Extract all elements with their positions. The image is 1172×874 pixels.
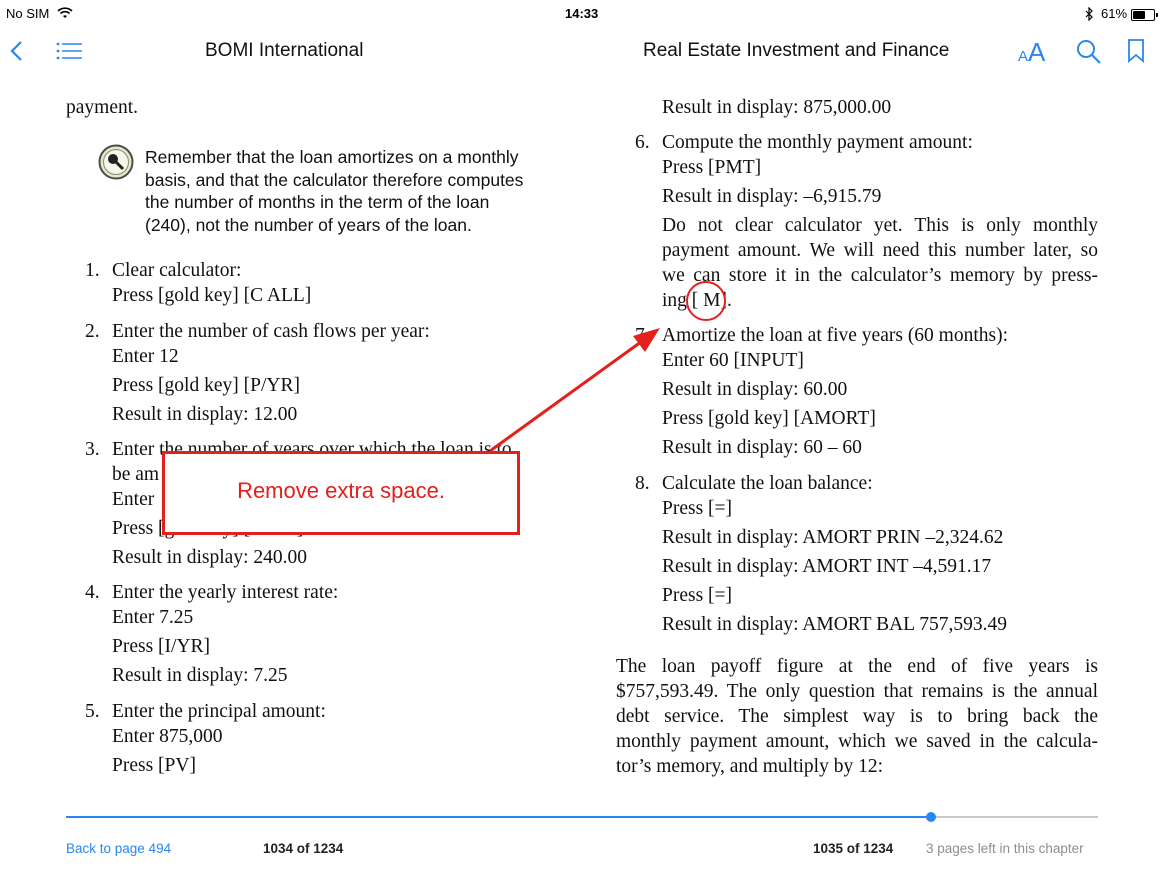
step-line: Result in display: 60 – 60	[662, 437, 862, 458]
step-line: Enter 60 [INPUT]	[662, 350, 804, 371]
step-line: Calculate the loan balance:	[662, 473, 873, 494]
paragraph-line: payment amount. We will need this number…	[662, 240, 1098, 261]
battery-fill	[1133, 11, 1145, 19]
step-line: Result in display: 60.00	[662, 379, 848, 400]
step-line: Press [gold key] [P/YR]	[112, 375, 300, 396]
annotation-callout: Remove extra space.	[162, 451, 520, 535]
paragraph-line: Do not clear calculator yet. This is onl…	[662, 215, 1098, 236]
note-line: the number of months in the term of the …	[145, 192, 490, 213]
step-line: Press [=]	[662, 498, 733, 519]
step-line: Clear calculator:	[112, 260, 242, 281]
annotation-highlight-circle	[686, 281, 726, 321]
progress-knob[interactable]	[925, 812, 936, 822]
clock: 14:33	[565, 6, 599, 21]
progress-fill	[66, 816, 931, 818]
reading-progress-slider[interactable]	[66, 812, 1098, 822]
step-line: Result in display: 12.00	[112, 404, 298, 425]
key-note-icon	[98, 144, 134, 180]
note-line: Remember that the loan amortizes on a mo…	[145, 147, 519, 167]
book-title: Real Estate Investment and Finance	[643, 40, 950, 61]
step-line: Press [=]	[662, 585, 733, 606]
search-icon[interactable]	[1076, 39, 1102, 65]
step-line: Enter 7.25	[112, 607, 194, 628]
closing-line: $757,593.49. The only question that rema…	[616, 681, 1098, 702]
bluetooth-icon	[1085, 7, 1093, 21]
back-to-page-link[interactable]: Back to page 494	[66, 841, 171, 856]
step-line: Press [PV]	[112, 755, 196, 776]
carrier-label: No SIM	[6, 6, 50, 21]
paragraph-line: we can store it in the calculator’s memo…	[662, 265, 1098, 286]
pages-left-label: 3 pages left in this chapter	[926, 841, 1084, 856]
status-bar: No SIM 14:33 61%	[0, 0, 1172, 30]
left-page-number: 1034 of 1234	[263, 841, 344, 856]
step-line: Enter the yearly interest rate:	[112, 582, 339, 603]
step-number: 2.	[85, 321, 100, 342]
step-line: Press [I/YR]	[112, 636, 211, 657]
step-number: 6.	[635, 132, 650, 153]
step-line: Result in display: 7.25	[112, 665, 288, 686]
step-line: Result in display: AMORT INT –4,591.17	[662, 556, 992, 577]
wifi-icon	[57, 7, 73, 18]
step-line: Result in display: AMORT PRIN –2,324.62	[662, 527, 1004, 548]
right-page-number: 1035 of 1234	[813, 841, 894, 856]
ebook-reader: { "status_bar": { "carrier": "No SIM", "…	[0, 0, 1172, 874]
step-line: Amortize the loan at five years (60 mont…	[662, 325, 1009, 346]
step-line: Enter the principal amount:	[112, 701, 326, 722]
step-line: be am	[112, 464, 160, 485]
step-line: Press [PMT]	[662, 157, 762, 178]
closing-line: The loan payoff figure at the end of fiv…	[616, 656, 1098, 677]
step-number: 8.	[635, 473, 650, 494]
note-line: (240), not the number of years of the lo…	[145, 215, 472, 236]
step-line: Press [gold key] [AMORT]	[662, 408, 876, 429]
bookmark-icon[interactable]	[1127, 39, 1145, 63]
step-line: Result in display: AMORT BAL 757,593.49	[662, 614, 1007, 635]
book-publisher-title: BOMI International	[205, 40, 364, 61]
note-line: basis, and that the calculator therefore…	[145, 169, 524, 190]
font-size-icon[interactable]: AA	[1018, 37, 1045, 67]
left-page-top-line: payment.	[66, 97, 139, 118]
step-line: Enter the number of cash flows per year:	[112, 321, 430, 342]
step-line: Result in display: 240.00	[112, 547, 307, 568]
closing-line: tor’s memory, and multiply by 12:	[616, 756, 884, 777]
annotation-callout-text: Remove extra space.	[237, 478, 445, 503]
step-number: 5.	[85, 701, 100, 722]
step-number: 1.	[85, 260, 100, 281]
step-number: 7.	[635, 325, 650, 346]
right-page-top-line: Result in display: 875,000.00	[662, 97, 892, 118]
step-line: Compute the monthly payment amount:	[662, 132, 973, 153]
battery-percent: 61%	[1101, 6, 1128, 21]
step-number: 4.	[85, 582, 100, 603]
step-number: 3.	[85, 439, 100, 460]
step-line: Enter 12	[112, 346, 179, 367]
step-line: Enter	[112, 489, 155, 510]
back-chevron-icon[interactable]	[10, 41, 24, 61]
closing-line: monthly payment amount, which we saved i…	[616, 731, 1098, 752]
step-line: Enter 875,000	[112, 726, 223, 747]
step-line: Press [gold key] [C ALL]	[112, 285, 312, 306]
closing-line: debt service. The simplest way is to bri…	[616, 706, 1098, 727]
list-icon[interactable]	[56, 42, 82, 60]
step-line: Result in display: –6,915.79	[662, 186, 882, 207]
battery-icon	[1131, 9, 1158, 21]
